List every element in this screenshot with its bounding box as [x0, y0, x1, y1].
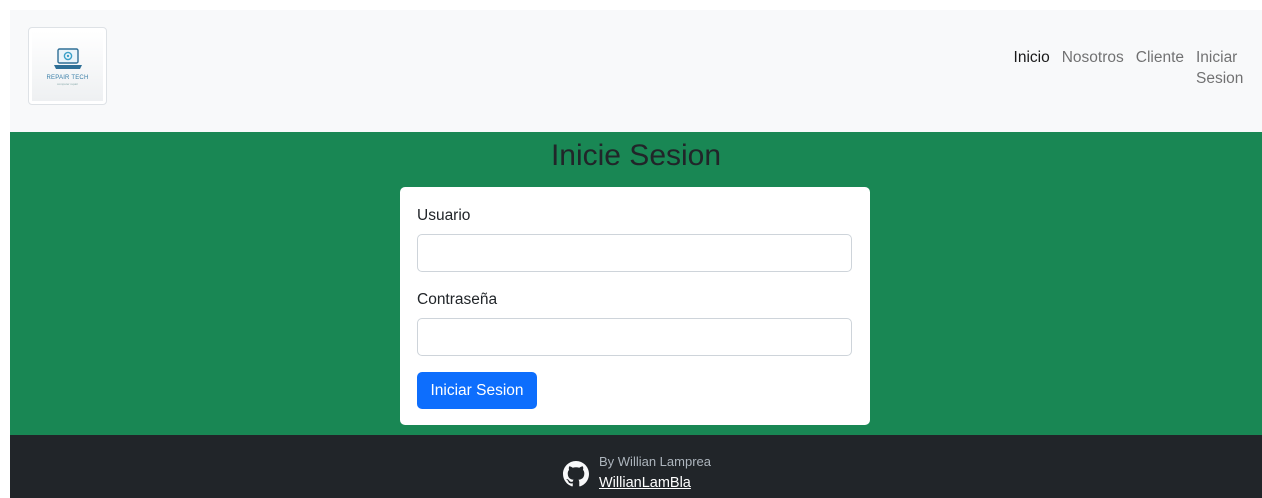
- nav-links: Inicio Nosotros Cliente Iniciar Sesion: [1008, 47, 1244, 89]
- logo-image: REPAIR TECH computer repair: [32, 31, 103, 101]
- nav-link-inicio[interactable]: Inicio: [1008, 47, 1056, 68]
- navbar: REPAIR TECH computer repair Inicio Nosot…: [10, 10, 1262, 132]
- login-section: Inicie Sesion Usuario Contraseña Iniciar…: [10, 132, 1262, 435]
- nav-link-cliente[interactable]: Cliente: [1130, 47, 1190, 68]
- nav-link-iniciar-sesion[interactable]: Iniciar Sesion: [1190, 47, 1243, 89]
- brand-logo[interactable]: REPAIR TECH computer repair: [28, 27, 107, 105]
- laptop-repair-icon: [53, 47, 82, 69]
- github-icon: [563, 461, 589, 487]
- password-label: Contraseña: [417, 291, 498, 308]
- password-input[interactable]: [417, 318, 852, 356]
- login-button[interactable]: Iniciar Sesion: [417, 372, 537, 409]
- login-card: Usuario Contraseña Iniciar Sesion: [400, 187, 870, 425]
- username-input[interactable]: [417, 234, 852, 272]
- footer-credit: By Willian Lamprea WillianLamBla: [563, 453, 711, 493]
- page-title: Inicie Sesion: [550, 139, 722, 172]
- footer-author: By Willian Lamprea: [599, 454, 711, 469]
- nav-link-nosotros[interactable]: Nosotros: [1056, 47, 1130, 68]
- github-link[interactable]: WillianLamBla: [599, 473, 711, 493]
- footer-text: By Willian Lamprea WillianLamBla: [599, 453, 711, 493]
- username-label: Usuario: [417, 207, 471, 224]
- logo-subtext: computer repair: [56, 81, 78, 86]
- logo-text: REPAIR TECH: [46, 74, 89, 81]
- footer: By Willian Lamprea WillianLamBla: [10, 435, 1262, 498]
